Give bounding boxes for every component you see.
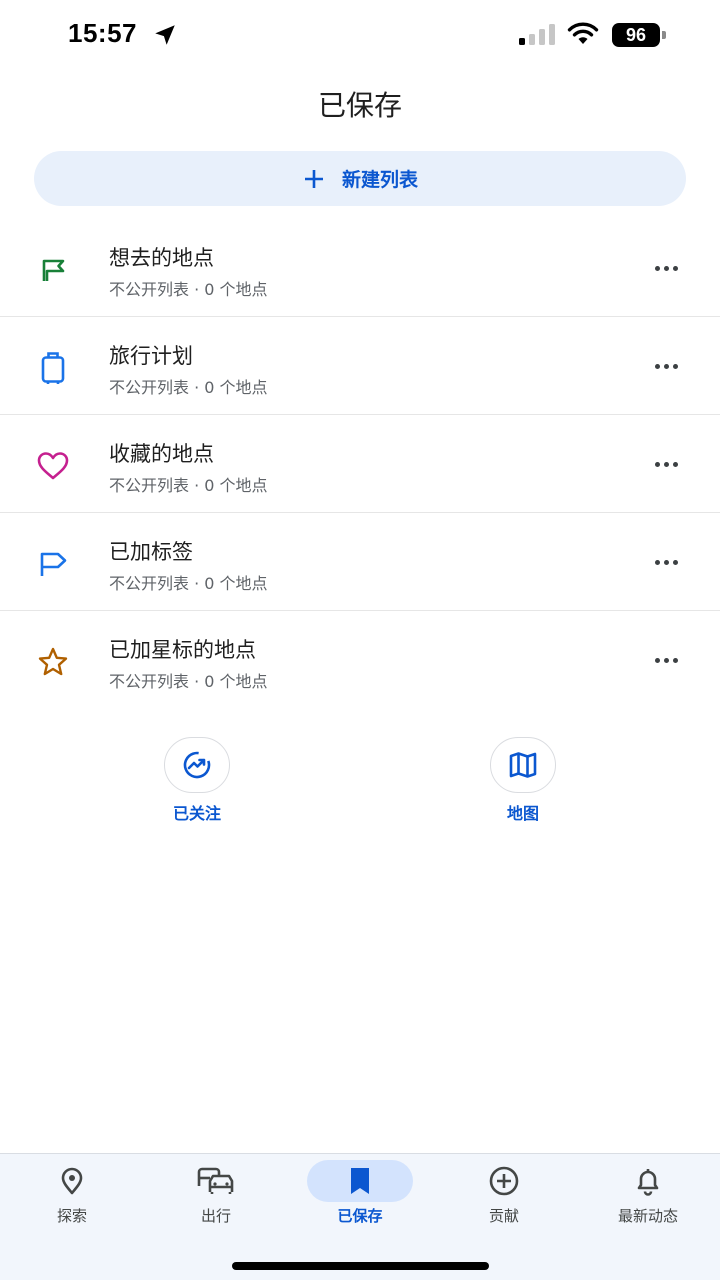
more-options-button[interactable] <box>646 255 686 281</box>
map-label: 地图 <box>506 804 539 823</box>
nav-label: 已保存 <box>337 1207 383 1225</box>
heart-icon <box>34 447 72 485</box>
battery-level: 96 <box>612 23 660 47</box>
wifi-icon <box>567 22 599 44</box>
home-indicator[interactable] <box>232 1262 489 1270</box>
list-item-subtitle: 不公开列表 · 0 个地点 <box>109 574 268 593</box>
page-title: 已保存 <box>317 89 402 122</box>
nav-label: 贡献 <box>488 1207 519 1225</box>
add-circle-icon <box>489 1166 519 1196</box>
plus-icon <box>304 169 323 188</box>
following-icon <box>183 751 211 779</box>
bookmark-icon <box>351 1168 369 1194</box>
map-shortcut[interactable]: 地图 <box>463 737 583 824</box>
new-list-button[interactable]: 新建列表 <box>34 151 686 206</box>
list-item-favorites[interactable]: 收藏的地点 不公开列表 · 0 个地点 <box>0 415 720 513</box>
following-button[interactable] <box>164 737 230 793</box>
list-item-title: 旅行计划 <box>109 344 193 368</box>
list-item-subtitle: 不公开列表 · 0 个地点 <box>109 672 268 691</box>
nav-saved[interactable]: 已保存 <box>288 1154 432 1244</box>
list-item-labeled[interactable]: 已加标签 不公开列表 · 0 个地点 <box>0 513 720 611</box>
status-time: 15:57 <box>68 18 137 48</box>
more-options-button[interactable] <box>646 647 686 673</box>
status-bar: 15:57 96 <box>0 0 720 70</box>
following-shortcut[interactable]: 已关注 <box>137 737 257 824</box>
nav-updates[interactable]: 最新动态 <box>576 1154 720 1244</box>
more-options-button[interactable] <box>646 549 686 575</box>
list-item-subtitle: 不公开列表 · 0 个地点 <box>109 476 268 495</box>
list-item-want-to-go[interactable]: 想去的地点 不公开列表 · 0 个地点 <box>0 219 720 317</box>
nav-label: 探索 <box>56 1207 87 1225</box>
list-item-title: 收藏的地点 <box>109 442 214 466</box>
label-flag-icon <box>34 545 72 583</box>
list-item-travel-plans[interactable]: 旅行计划 不公开列表 · 0 个地点 <box>0 317 720 415</box>
list-item-subtitle: 不公开列表 · 0 个地点 <box>109 378 268 397</box>
list-item-title: 已加标签 <box>109 540 193 564</box>
map-button[interactable] <box>490 737 556 793</box>
location-pin-icon <box>61 1167 83 1195</box>
nav-contribute[interactable]: 贡献 <box>432 1154 576 1244</box>
nav-commute[interactable]: 出行 <box>144 1154 288 1244</box>
location-arrow-icon <box>155 25 175 45</box>
nav-active-indicator <box>307 1160 413 1202</box>
list-item-title: 想去的地点 <box>109 246 214 270</box>
more-options-button[interactable] <box>646 353 686 379</box>
list-item-starred[interactable]: 已加星标的地点 不公开列表 · 0 个地点 <box>0 611 720 709</box>
bell-icon <box>637 1169 659 1196</box>
nav-explore[interactable]: 探索 <box>0 1154 144 1244</box>
cellular-signal-icon <box>519 24 555 45</box>
list-item-subtitle: 不公开列表 · 0 个地点 <box>109 280 268 299</box>
map-icon <box>509 752 537 778</box>
commute-icon <box>197 1167 234 1194</box>
suitcase-icon <box>34 349 72 387</box>
battery-indicator: 96 <box>612 23 666 47</box>
bottom-navigation: 探索 出行 已保存 贡献 最新动态 <box>0 1153 720 1280</box>
following-label: 已关注 <box>172 804 221 823</box>
new-list-label: 新建列表 <box>341 169 418 191</box>
flag-icon <box>34 251 72 289</box>
list-item-title: 已加星标的地点 <box>109 638 256 662</box>
star-icon <box>34 643 72 681</box>
battery-tip <box>662 31 666 39</box>
more-options-button[interactable] <box>646 451 686 477</box>
nav-label: 最新动态 <box>617 1207 678 1225</box>
saved-lists: 想去的地点 不公开列表 · 0 个地点 旅行计划 不公开列表 · 0 个地点 收… <box>0 219 720 709</box>
nav-label: 出行 <box>200 1207 231 1225</box>
